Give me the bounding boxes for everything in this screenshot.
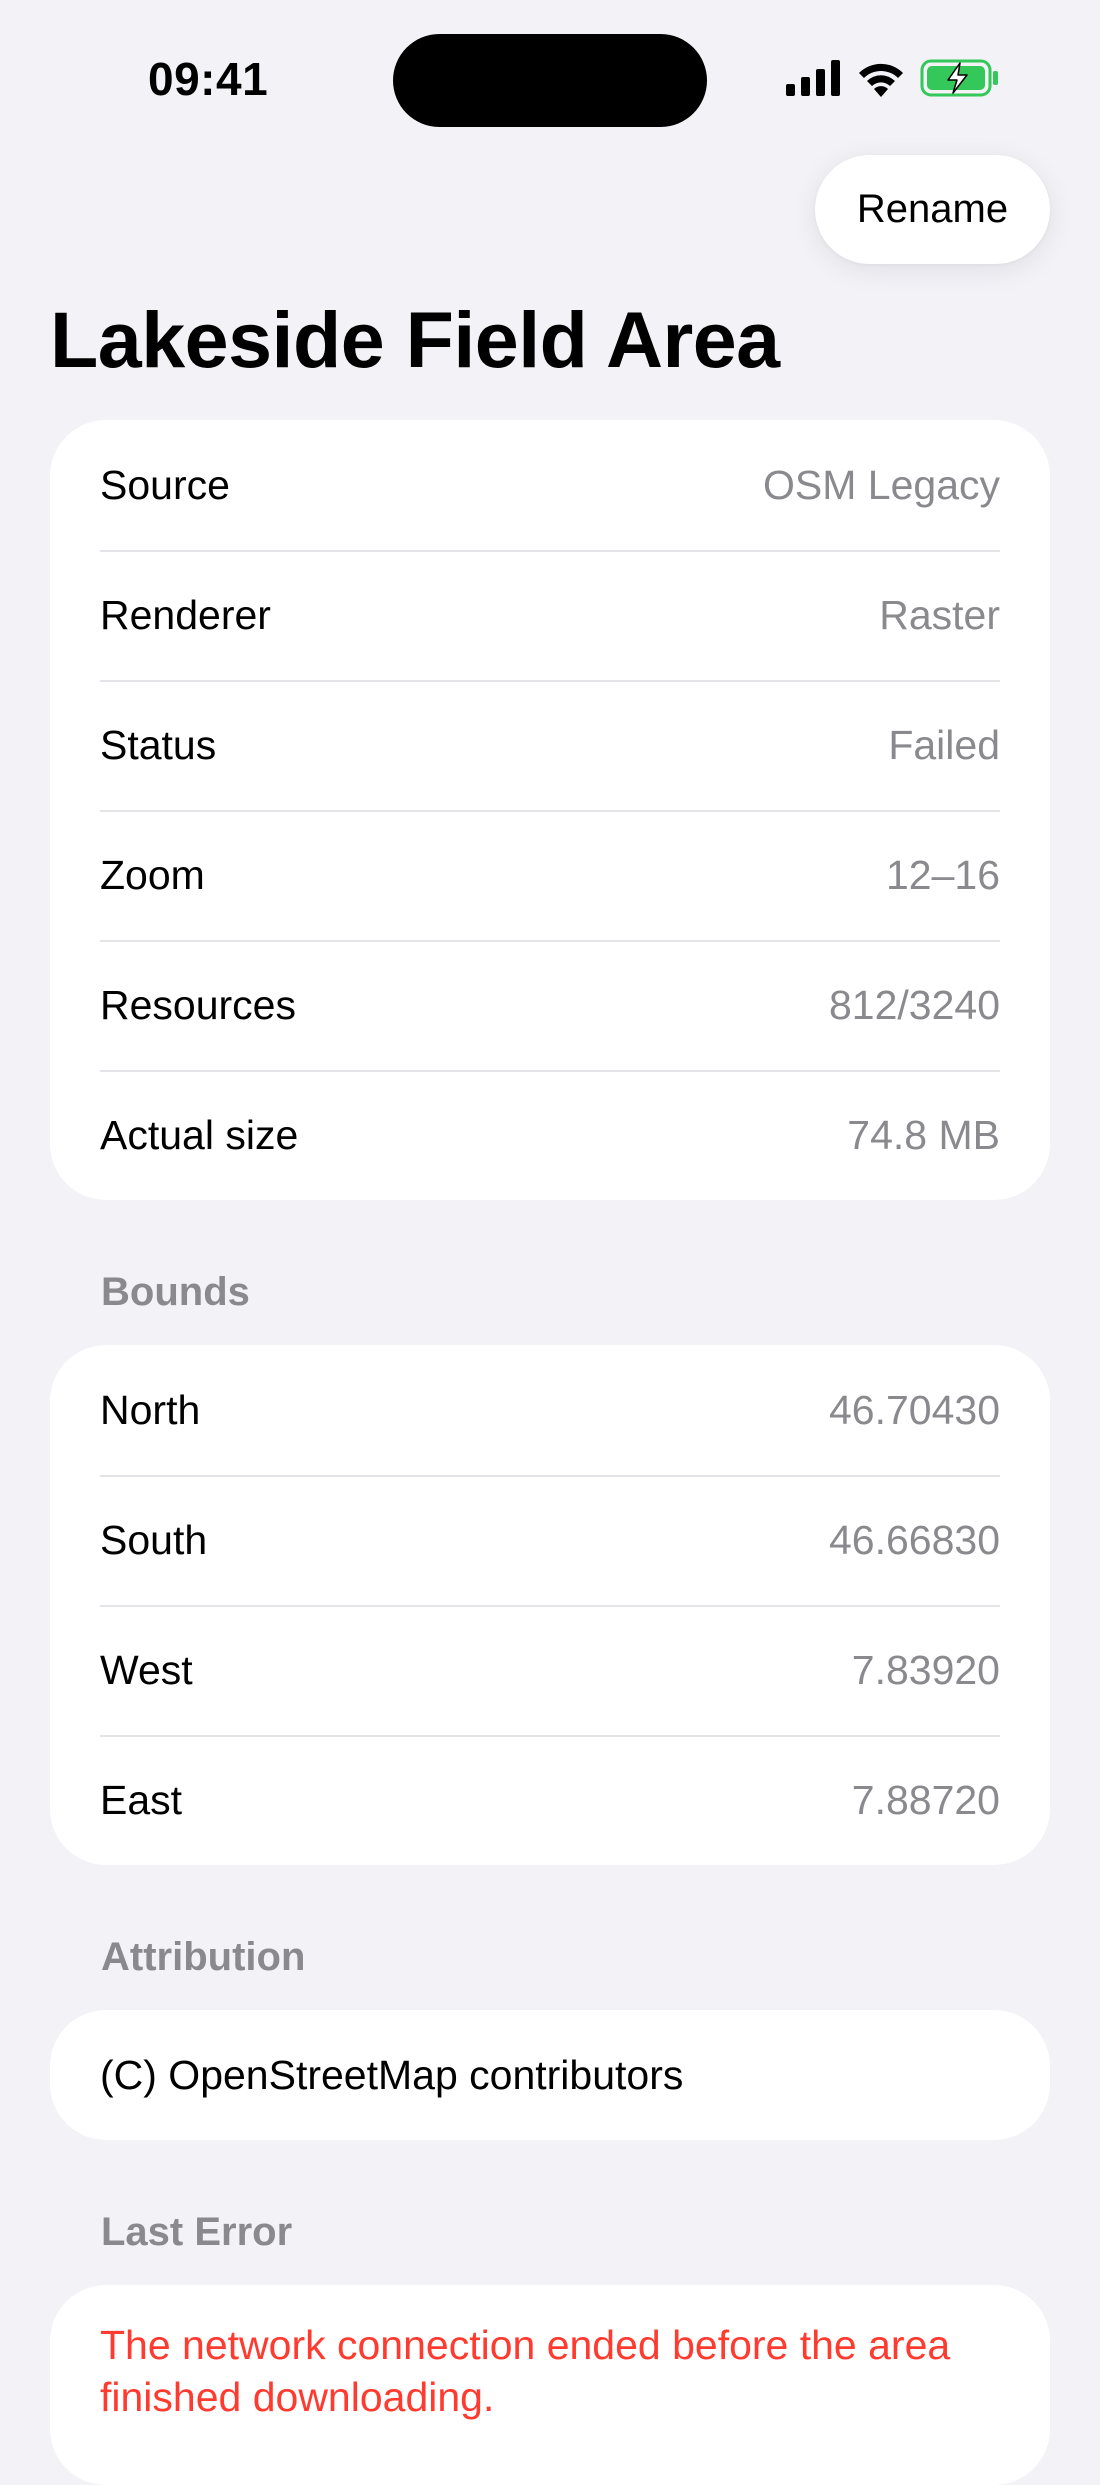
last-error-header: Last Error xyxy=(101,2210,293,2254)
detail-label: Zoom xyxy=(100,851,205,898)
wifi-icon xyxy=(856,59,906,102)
bounds-value: 7.83920 xyxy=(851,1646,1000,1693)
bounds-value: 46.66830 xyxy=(828,1516,1000,1563)
detail-row-renderer: Renderer Raster xyxy=(50,550,1050,680)
attribution-header: Attribution xyxy=(101,1935,306,1979)
bounds-label: South xyxy=(100,1516,208,1563)
bounds-row-west: West 7.83920 xyxy=(50,1605,1050,1735)
detail-value: 12–16 xyxy=(885,851,1000,898)
detail-label: Actual size xyxy=(100,1111,299,1158)
bounds-label: North xyxy=(100,1386,201,1433)
detail-value: Failed xyxy=(888,721,1000,768)
bounds-label: West xyxy=(100,1646,193,1693)
attribution-text: (C) OpenStreetMap contributors xyxy=(100,2051,684,2098)
bounds-row-east: East 7.88720 xyxy=(50,1735,1050,1865)
detail-row-source: Source OSM Legacy xyxy=(50,420,1050,550)
details-card: Source OSM Legacy Renderer Raster Status… xyxy=(50,420,1050,1200)
detail-value: 74.8 MB xyxy=(847,1111,1000,1158)
detail-row-zoom: Zoom 12–16 xyxy=(50,810,1050,940)
status-bar: 09:41 xyxy=(0,0,1100,150)
status-time: 09:41 xyxy=(148,53,269,105)
last-error-text: The network connection ended before the … xyxy=(100,2322,951,2421)
detail-row-resources: Resources 812/3240 xyxy=(50,940,1050,1070)
last-error-card: The network connection ended before the … xyxy=(50,2285,1050,2485)
detail-value: OSM Legacy xyxy=(763,461,1000,508)
detail-value: Raster xyxy=(879,591,1000,638)
detail-row-actual-size: Actual size 74.8 MB xyxy=(50,1070,1050,1200)
battery-charging-icon xyxy=(920,58,1000,103)
bounds-value: 46.70430 xyxy=(828,1386,1000,1433)
bounds-row-north: North 46.70430 xyxy=(50,1345,1050,1475)
dynamic-island xyxy=(393,34,707,127)
bounds-label: East xyxy=(100,1776,183,1823)
bounds-card: North 46.70430 South 46.66830 West 7.839… xyxy=(50,1345,1050,1865)
detail-label: Status xyxy=(100,721,217,768)
detail-value: 812/3240 xyxy=(828,981,1000,1028)
rename-button[interactable]: Rename xyxy=(815,155,1050,264)
status-icons xyxy=(786,58,1000,102)
bounds-header: Bounds xyxy=(101,1270,250,1314)
page-title: Lakeside Field Area xyxy=(50,295,780,384)
detail-label: Source xyxy=(100,461,230,508)
detail-label: Renderer xyxy=(100,591,271,638)
attribution-row: (C) OpenStreetMap contributors xyxy=(50,2010,1050,2140)
detail-label: Resources xyxy=(100,981,296,1028)
attribution-card: (C) OpenStreetMap contributors xyxy=(50,2010,1050,2140)
cellular-signal-icon xyxy=(786,59,842,101)
bounds-row-south: South 46.66830 xyxy=(50,1475,1050,1605)
detail-row-status: Status Failed xyxy=(50,680,1050,810)
bounds-value: 7.88720 xyxy=(851,1776,1000,1823)
